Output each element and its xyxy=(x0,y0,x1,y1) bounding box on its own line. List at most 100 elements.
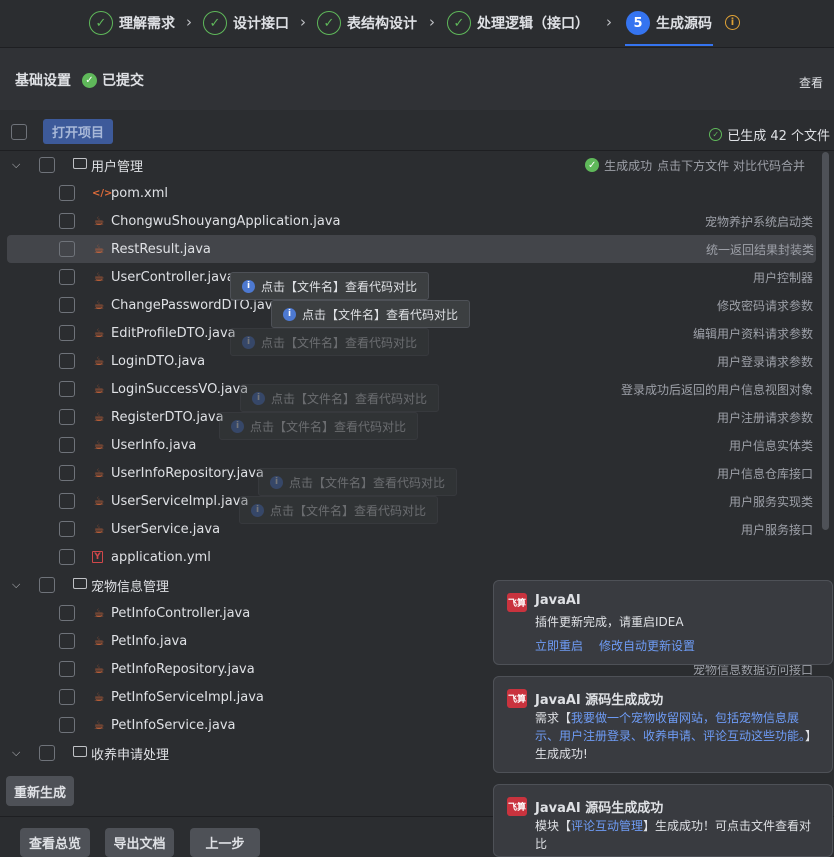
step-generate-source[interactable]: 5 生成源码 xyxy=(626,10,712,36)
file-name[interactable]: PetInfoController.java xyxy=(111,606,250,621)
regenerate-button[interactable]: 重新生成 xyxy=(6,776,74,806)
yml-file-icon: Y xyxy=(92,551,103,563)
module-link[interactable]: 评论互动管理 xyxy=(571,819,643,833)
java-file-icon: ☕ xyxy=(93,326,105,340)
file-checkbox[interactable] xyxy=(59,437,75,453)
file-checkbox[interactable] xyxy=(59,213,75,229)
export-doc-button[interactable]: 导出文档 xyxy=(105,828,174,857)
file-checkbox[interactable] xyxy=(59,381,75,397)
java-file-icon: ☕ xyxy=(93,382,105,396)
java-file-icon: ☕ xyxy=(93,494,105,508)
notification-body: 模块【评论互动管理】生成成功！可点击文件查看对比 xyxy=(535,817,822,853)
file-checkbox[interactable] xyxy=(59,297,75,313)
file-checkbox[interactable] xyxy=(59,241,75,257)
step-label: 理解需求 xyxy=(119,16,175,32)
file-checkbox[interactable] xyxy=(59,493,75,509)
settings-bar: 基础设置 ✓ 已提交 查看 xyxy=(0,48,834,110)
info-icon[interactable]: i xyxy=(725,15,740,30)
file-name[interactable]: UserController.java xyxy=(111,270,235,285)
file-name[interactable]: PetInfoRepository.java xyxy=(111,662,255,677)
tree-file-row[interactable]: Y application.yml xyxy=(0,543,818,571)
group-checkbox[interactable] xyxy=(39,157,55,173)
file-checkbox[interactable] xyxy=(59,689,75,705)
tree-file-row[interactable]: ☕ ChongwuShouyangApplication.java 宠物养护系统… xyxy=(0,207,818,235)
java-file-icon: ☕ xyxy=(93,354,105,368)
notification-body: 需求【我要做一个宠物收留网站，包括宠物信息展示、用户注册登录、收养申请、评论互动… xyxy=(535,709,822,763)
java-file-icon: ☕ xyxy=(93,214,105,228)
file-name[interactable]: LoginDTO.java xyxy=(111,354,205,369)
step-understand[interactable]: ✓ 理解需求 xyxy=(89,10,175,36)
feisuan-logo-icon: 飞算 xyxy=(507,797,527,816)
file-checkbox[interactable] xyxy=(59,605,75,621)
restart-now-link[interactable]: 立即重启 xyxy=(535,637,583,654)
chevron-down-icon[interactable]: ⌵ xyxy=(12,158,20,172)
group-checkbox[interactable] xyxy=(39,745,55,761)
tooltip-text: 点击【文件名】查看代码对比 xyxy=(289,475,446,490)
file-name[interactable]: LoginSuccessVO.java xyxy=(111,382,248,397)
step-label: 表结构设计 xyxy=(347,16,417,32)
file-checkbox[interactable] xyxy=(59,269,75,285)
tree-file-row[interactable]: </> pom.xml xyxy=(0,179,818,207)
file-checkbox[interactable] xyxy=(59,325,75,341)
file-name[interactable]: UserService.java xyxy=(111,522,220,537)
submitted-label: 已提交 xyxy=(102,73,144,89)
file-name[interactable]: RestResult.java xyxy=(111,242,211,257)
file-name[interactable]: application.yml xyxy=(111,550,211,565)
step-design-api[interactable]: ✓ 设计接口 xyxy=(203,10,289,36)
group-status-label: 生成成功 xyxy=(604,158,653,173)
stepper: ✓ 理解需求 › ✓ 设计接口 › ✓ 表结构设计 › ✓ 处理逻辑（接口） ›… xyxy=(0,0,834,48)
file-description: 用户信息仓库接口 xyxy=(716,466,813,481)
file-name[interactable]: RegisterDTO.java xyxy=(111,410,224,425)
notification-title: JavaAI xyxy=(535,593,581,608)
update-settings-link[interactable]: 修改自动更新设置 xyxy=(599,637,695,654)
file-description: 用户登录请求参数 xyxy=(716,354,813,369)
scrollbar[interactable] xyxy=(822,152,829,530)
file-description: 修改密码请求参数 xyxy=(716,298,813,313)
java-file-icon: ☕ xyxy=(93,662,105,676)
info-icon: i xyxy=(251,503,264,517)
file-description: 用户信息实体类 xyxy=(728,438,813,453)
file-checkbox[interactable] xyxy=(59,409,75,425)
requirement-link[interactable]: 我要做一个宠物收留网站，包括宠物信息展示、用户注册登录、收养申请、评论互动这些功… xyxy=(535,711,805,743)
file-checkbox[interactable] xyxy=(59,353,75,369)
file-checkbox[interactable] xyxy=(59,465,75,481)
check-icon: ✓ xyxy=(203,11,227,35)
file-name[interactable]: ChongwuShouyangApplication.java xyxy=(111,214,340,229)
select-all-checkbox[interactable] xyxy=(11,124,27,140)
tooltip-text: 点击【文件名】查看代码对比 xyxy=(250,419,407,434)
file-name[interactable]: pom.xml xyxy=(111,186,168,201)
tree-file-row-selected[interactable]: ☕ RestResult.java 统一返回结果封装类 xyxy=(7,235,816,263)
file-checkbox[interactable] xyxy=(59,633,75,649)
file-checkbox[interactable] xyxy=(59,717,75,733)
file-name[interactable]: UserInfo.java xyxy=(111,438,196,453)
group-checkbox[interactable] xyxy=(39,577,55,593)
view-link[interactable]: 查看 xyxy=(799,74,823,91)
notification-body: 插件更新完成，请重启IDEA xyxy=(535,615,684,629)
info-icon: i xyxy=(242,335,255,349)
file-name[interactable]: UserServiceImpl.java xyxy=(111,494,248,509)
file-name[interactable]: PetInfo.java xyxy=(111,634,187,649)
overview-button[interactable]: 查看总览 xyxy=(20,828,90,857)
step-table-design[interactable]: ✓ 表结构设计 xyxy=(317,10,417,36)
chevron-down-icon[interactable]: ⌵ xyxy=(12,578,20,592)
file-checkbox[interactable] xyxy=(59,549,75,565)
step-label: 设计接口 xyxy=(233,16,289,32)
java-file-icon: ☕ xyxy=(93,522,105,536)
file-checkbox[interactable] xyxy=(59,185,75,201)
file-checkbox[interactable] xyxy=(59,521,75,537)
file-description: 用户注册请求参数 xyxy=(716,410,813,425)
chevron-down-icon[interactable]: ⌵ xyxy=(12,746,20,760)
tree-group-user-management[interactable]: ⌵ 用户管理 ✓ 生成成功 点击下方文件 对比代码合并 xyxy=(0,151,818,179)
step-label: 生成源码 xyxy=(656,16,712,32)
file-checkbox[interactable] xyxy=(59,661,75,677)
file-name[interactable]: PetInfoServiceImpl.java xyxy=(111,690,264,705)
file-name[interactable]: UserInfoRepository.java xyxy=(111,466,264,481)
step-logic[interactable]: ✓ 处理逻辑（接口） xyxy=(447,10,589,36)
file-name[interactable]: EditProfileDTO.java xyxy=(111,326,236,341)
open-project-button[interactable]: 打开项目 xyxy=(43,119,113,144)
java-file-icon: ☕ xyxy=(93,270,105,284)
file-name[interactable]: PetInfoService.java xyxy=(111,718,236,733)
prev-step-button[interactable]: 上一步 xyxy=(190,828,260,857)
java-file-icon: ☕ xyxy=(93,634,105,648)
chevron-right-icon: › xyxy=(606,13,612,31)
